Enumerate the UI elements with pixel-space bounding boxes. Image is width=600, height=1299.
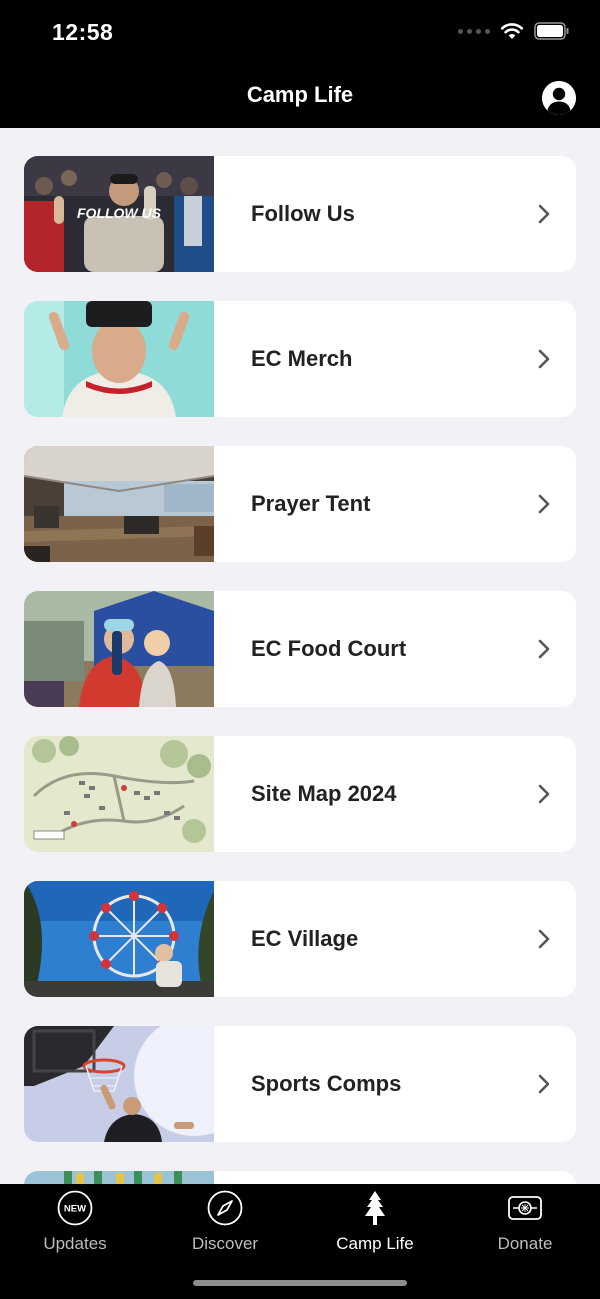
basketball-photo — [24, 1026, 214, 1142]
new-badge-text: NEW — [64, 1204, 86, 1215]
tab-label: Camp Life — [336, 1234, 414, 1253]
tab-donate[interactable]: Donate — [450, 1184, 600, 1268]
chevron-right-icon — [538, 784, 550, 804]
status-bar: 12:58 — [0, 0, 600, 64]
tab-discover[interactable]: Discover — [150, 1184, 300, 1268]
list-item-label: Prayer Tent — [251, 491, 371, 516]
profile-button[interactable] — [542, 81, 576, 115]
pine-tree-icon — [365, 1191, 385, 1225]
compass-icon — [207, 1190, 243, 1226]
chevron-right-icon — [538, 494, 550, 514]
tab-camp-life[interactable]: Camp Life — [300, 1184, 450, 1268]
status-icons — [458, 22, 570, 40]
new-badge-icon: NEW — [57, 1190, 93, 1226]
list-item-partial[interactable] — [24, 1171, 576, 1184]
list-item-site-map-2024[interactable]: Site Map 2024 — [24, 736, 576, 852]
tab-label: Discover — [191, 1234, 259, 1253]
tab-label: Donate — [497, 1234, 553, 1253]
partial-photo — [24, 1171, 214, 1184]
list-item-label: Follow Us — [251, 201, 355, 226]
follow-us-image-text: FOLLOW US — [77, 205, 162, 221]
tab-updates[interactable]: NEW Updates — [0, 1184, 150, 1268]
crowd-photo: FOLLOW US — [24, 156, 214, 272]
person-circle-icon — [542, 81, 576, 115]
beanie-photo — [24, 301, 214, 417]
list-item-prayer-tent[interactable]: Prayer Tent — [24, 446, 576, 562]
ferris-wheel-photo — [24, 881, 214, 997]
page-title: Camp Life — [246, 82, 354, 107]
wifi-icon — [500, 23, 524, 39]
list-item-label: EC Village — [251, 926, 359, 951]
tab-bar: NEW Updates Discover Camp Life Donate — [0, 1184, 600, 1299]
list-item-ec-village[interactable]: EC Village — [24, 881, 576, 997]
tab-label: Updates — [43, 1234, 107, 1253]
card-icon — [508, 1196, 542, 1220]
battery-icon — [534, 22, 569, 40]
list-item-label: Site Map 2024 — [251, 781, 397, 806]
list-item-label: EC Merch — [251, 346, 353, 371]
nav-bar: Camp Life — [0, 64, 600, 128]
site-map-image — [24, 736, 214, 852]
list-item-follow-us[interactable]: FOLLOW US Follow Us — [24, 156, 576, 272]
tent-interior-photo — [24, 446, 214, 562]
chevron-right-icon — [538, 204, 550, 224]
chevron-right-icon — [538, 1074, 550, 1094]
list-item-sports-comps[interactable]: Sports Comps — [24, 1026, 576, 1142]
list-item-ec-merch[interactable]: EC Merch — [24, 301, 576, 417]
food-court-photo — [24, 591, 214, 707]
list-item-label: Sports Comps — [251, 1071, 402, 1096]
list-item-ec-food-court[interactable]: EC Food Court — [24, 591, 576, 707]
camp-life-list: FOLLOW US Follow Us EC Merch Prayer Tent… — [0, 128, 600, 1184]
status-time: 12:58 — [52, 19, 114, 45]
home-indicator — [193, 1280, 407, 1286]
list-item-label: EC Food Court — [251, 636, 407, 661]
chevron-right-icon — [538, 639, 550, 659]
chevron-right-icon — [538, 929, 550, 949]
cellular-signal-icon — [458, 28, 490, 34]
chevron-right-icon — [538, 349, 550, 369]
